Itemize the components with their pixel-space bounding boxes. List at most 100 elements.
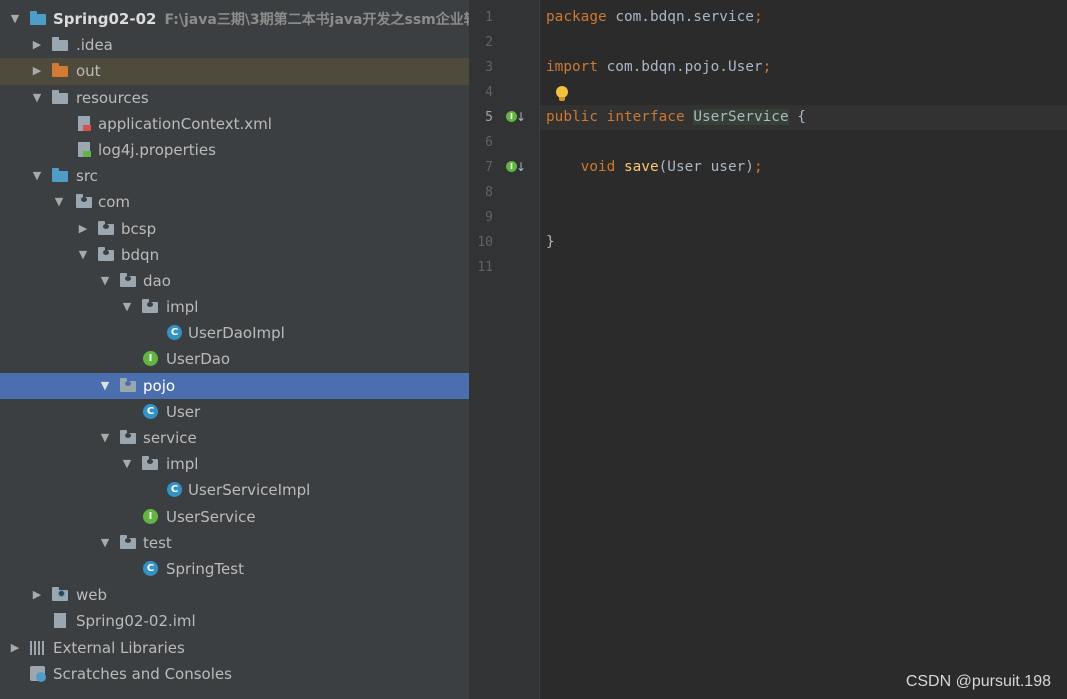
- module-folder-icon: [30, 11, 48, 27]
- line-number: 6: [485, 135, 493, 150]
- tree-item[interactable]: ▶ out: [0, 58, 469, 85]
- tree-item-label: UserServiceImpl: [188, 481, 311, 500]
- class-icon: C: [166, 325, 184, 341]
- package-icon: [120, 534, 138, 551]
- code-editor[interactable]: package com.bdqn.service; import com.bdq…: [540, 0, 1067, 699]
- source-folder-icon: [52, 168, 70, 184]
- tree-item[interactable]: C UserDaoImpl: [0, 320, 469, 346]
- package-icon: [76, 194, 94, 210]
- tree-item-label: UserDao: [166, 350, 231, 369]
- tree-item[interactable]: C UserServiceImpl: [0, 477, 469, 503]
- tree-item-label: web: [76, 586, 108, 605]
- editor-gutter: 1 2 3 4 5 6 7 8 9 10 11 I ↓ I ↓: [469, 0, 540, 699]
- chevron-down-icon[interactable]: ▼: [76, 242, 90, 268]
- line-number: 9: [485, 210, 493, 225]
- tree-item[interactable]: I UserService: [0, 504, 469, 530]
- chevron-right-icon[interactable]: ▶: [76, 216, 90, 242]
- code-line-7: void save(User user);: [580, 159, 763, 175]
- tree-item[interactable]: C User: [0, 399, 469, 425]
- resources-folder-icon: [52, 89, 70, 106]
- implemented-marker-icon[interactable]: I ↓: [506, 159, 526, 175]
- code-line-3: import com.bdqn.pojo.User;: [546, 59, 772, 75]
- tree-item-label: User: [166, 402, 201, 421]
- interface-icon: I: [142, 351, 160, 367]
- tree-item-label: impl: [166, 455, 199, 474]
- tree-item[interactable]: ▶ .idea: [0, 32, 469, 58]
- tree-item-label: UserService: [166, 507, 256, 526]
- tree-item[interactable]: ▼ Spring02-02 F:\java三期\3期第二本书java开发之ssm企业…: [0, 6, 469, 32]
- tree-item[interactable]: ▼ impl: [0, 294, 469, 320]
- chevron-down-icon[interactable]: ▼: [98, 425, 112, 451]
- chevron-down-icon[interactable]: ▼: [30, 85, 44, 111]
- tree-item[interactable]: ▶ External Libraries: [0, 635, 469, 661]
- tree-item-label: impl: [166, 298, 199, 317]
- chevron-down-icon[interactable]: ▼: [98, 268, 112, 294]
- implemented-marker-icon[interactable]: I ↓: [506, 109, 526, 125]
- tree-item[interactable]: Scratches and Consoles: [0, 661, 469, 687]
- tree-item-label: bdqn: [121, 245, 160, 264]
- line-number: 7: [485, 160, 493, 175]
- tree-item[interactable]: ▶ web: [0, 582, 469, 608]
- chevron-right-icon[interactable]: ▶: [30, 58, 44, 84]
- package-icon: [120, 430, 138, 446]
- tree-item-label: External Libraries: [53, 638, 185, 657]
- tree-item-label: Spring02-02 F:\java三期\3期第二本书java开发之ssm企业轻…: [53, 6, 469, 32]
- scratches-icon: [30, 665, 48, 682]
- tree-item[interactable]: ▼ service: [0, 425, 469, 451]
- chevron-down-icon[interactable]: ▼: [52, 189, 66, 215]
- watermark: CSDN @pursuit.198: [905, 673, 1051, 690]
- line-number: 3: [485, 60, 493, 75]
- tree-item-label: pojo: [143, 376, 176, 395]
- tree-item[interactable]: ▼ impl: [0, 451, 469, 477]
- tree-item[interactable]: ▼ test: [0, 530, 469, 556]
- chevron-right-icon[interactable]: ▶: [8, 635, 22, 661]
- tree-item[interactable]: ▶ bcsp: [0, 216, 469, 242]
- project-tree-rows: ▼ Spring02-02 F:\java三期\3期第二本书java开发之ssm企业…: [0, 6, 469, 687]
- tree-item[interactable]: Spring02-02.iml: [0, 608, 469, 634]
- tree-item-label: test: [143, 533, 172, 552]
- class-icon: C: [166, 482, 184, 498]
- lightbulb-icon[interactable]: [556, 86, 568, 101]
- class-icon: C: [142, 403, 160, 420]
- tree-item-label: .idea: [76, 36, 113, 55]
- tree-item[interactable]: log4j.properties: [0, 137, 469, 163]
- package-icon: [98, 246, 116, 263]
- spring-xml-file-icon: [76, 115, 94, 132]
- tree-item-label: Spring02-02.iml: [76, 612, 196, 631]
- chevron-down-icon[interactable]: ▼: [98, 373, 112, 399]
- tree-item[interactable]: C SpringTest: [0, 556, 469, 582]
- tree-item[interactable]: applicationContext.xml: [0, 111, 469, 137]
- tree-item-label: Scratches and Consoles: [53, 664, 232, 683]
- package-icon: [142, 456, 160, 472]
- excluded-folder-icon: [52, 63, 70, 79]
- chevron-down-icon[interactable]: ▼: [120, 451, 134, 477]
- tree-item[interactable]: ▼ pojo: [0, 372, 469, 399]
- tree-item[interactable]: ▼ resources: [0, 85, 469, 111]
- code-line-5: public interface UserService {: [546, 109, 806, 125]
- chevron-right-icon[interactable]: ▶: [30, 32, 44, 58]
- chevron-right-icon[interactable]: ▶: [30, 582, 44, 608]
- line-number: 1: [485, 10, 493, 25]
- tree-item-label: service: [143, 429, 197, 447]
- tree-item[interactable]: ▼ com: [0, 189, 469, 215]
- folder-icon: [52, 37, 70, 53]
- interface-name[interactable]: UserService: [693, 109, 789, 125]
- tree-item-label: resources: [76, 88, 149, 107]
- tree-item[interactable]: ▼ dao: [0, 268, 469, 294]
- chevron-down-icon[interactable]: ▼: [8, 6, 22, 32]
- tree-item-label: SpringTest: [166, 559, 244, 578]
- code-line-1: package com.bdqn.service;: [546, 9, 763, 25]
- chevron-down-icon[interactable]: ▼: [98, 530, 112, 556]
- project-tree[interactable]: ▼ Spring02-02 F:\java三期\3期第二本书java开发之ssm企业…: [0, 0, 469, 699]
- code-line-10: }: [546, 234, 555, 250]
- package-icon: [142, 299, 160, 315]
- properties-file-icon: [76, 141, 94, 158]
- tree-item-label: UserDaoImpl: [188, 324, 285, 343]
- tree-item-label: dao: [143, 271, 171, 290]
- iml-file-icon: [52, 613, 70, 629]
- chevron-down-icon[interactable]: ▼: [120, 294, 134, 320]
- tree-item[interactable]: I UserDao: [0, 346, 469, 372]
- chevron-down-icon[interactable]: ▼: [30, 163, 44, 189]
- tree-item[interactable]: ▼ src: [0, 163, 469, 189]
- tree-item[interactable]: ▼ bdqn: [0, 242, 469, 268]
